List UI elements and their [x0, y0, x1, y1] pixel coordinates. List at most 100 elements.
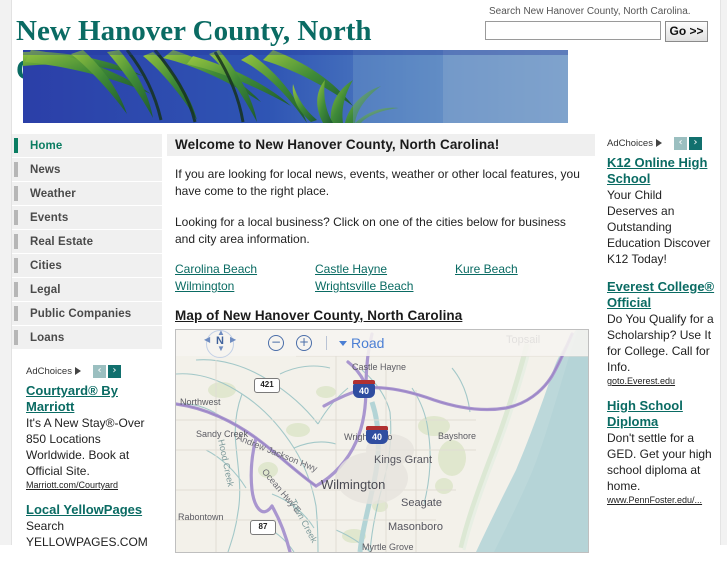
site-header: New Hanover County, North Search New Han… [12, 0, 721, 48]
site-search: Search New Hanover County, North Carolin… [485, 6, 715, 42]
ad-title-link[interactable]: Local YellowPages [26, 502, 162, 518]
search-go-button[interactable]: Go >> [665, 21, 708, 42]
right-ad-block: AdChoices ‹ › K12 Online High School You… [603, 136, 715, 505]
left-ad-pager: ‹ › [92, 364, 121, 378]
intro-paragraph-1: If you are looking for local news, event… [175, 167, 580, 198]
welcome-heading: Welcome to New Hanover County, North Car… [167, 134, 595, 156]
content-columns: Home News Weather Events Real Estate Cit… [12, 134, 721, 553]
ad-unit: Local YellowPages Search YELLOWPAGES.COM [26, 502, 162, 550]
banner-image [23, 50, 568, 123]
map-shield-interstate-40-south: 40 [366, 426, 388, 444]
ad-unit: K12 Online High School Your Child Deserv… [607, 155, 715, 267]
intro-paragraph-2: Looking for a local business? Click on o… [175, 215, 566, 246]
sidebar-item-news[interactable]: News [12, 158, 162, 182]
chevron-down-icon[interactable] [339, 340, 347, 346]
sidebar-item-cities[interactable]: Cities [12, 254, 162, 278]
nav-marker-icon [14, 186, 18, 201]
adchoices-label[interactable]: AdChoices [607, 138, 653, 149]
nav-marker-icon [14, 234, 18, 249]
sidebar-item-label: Cities [30, 259, 62, 272]
map-zoom-out-icon[interactable]: − [268, 335, 284, 351]
nav-marker-icon [14, 282, 18, 297]
city-link-wrightsville-beach[interactable]: Wrightsville Beach [315, 279, 413, 294]
main-content: Welcome to New Hanover County, North Car… [167, 134, 595, 553]
right-page-rail [720, 0, 727, 545]
sidebar-item-label: Real Estate [30, 235, 94, 248]
adchoices-triangle-icon[interactable] [74, 367, 81, 375]
sidebar-item-label: News [30, 163, 61, 176]
right-adchoices-bar: AdChoices ‹ › [607, 136, 715, 150]
ad-title-link[interactable]: Courtyard® By Marriott [26, 383, 162, 415]
sidebar-item-events[interactable]: Events [12, 206, 162, 230]
ad-next-arrow-icon[interactable]: › [107, 364, 121, 378]
sidebar-item-public-companies[interactable]: Public Companies [12, 302, 162, 326]
map-shield-us-87: 87 [250, 520, 276, 535]
left-page-rail [0, 0, 12, 545]
nav-marker-icon [14, 162, 18, 177]
sidebar-item-label: Weather [30, 187, 76, 200]
right-sidebar: AdChoices ‹ › K12 Online High School You… [603, 134, 715, 517]
sidebar-item-loans[interactable]: Loans [12, 326, 162, 350]
banner-palm-graphic [23, 50, 568, 123]
ad-unit: Everest College® Official Do You Qualify… [607, 279, 715, 386]
nav-marker-icon [14, 330, 18, 345]
pan-up-arrow-icon[interactable]: ▲ [217, 330, 225, 337]
ad-body-text: Don't settle for a GED. Get your high sc… [607, 431, 712, 493]
adchoices-label[interactable]: AdChoices [26, 366, 72, 377]
nav-marker-icon [14, 258, 18, 273]
ad-title-link[interactable]: High School Diploma [607, 398, 715, 430]
map-style-selector[interactable]: Road [339, 335, 384, 351]
page-root: New Hanover County, North Search New Han… [0, 0, 727, 553]
pan-right-arrow-icon[interactable]: ▶ [230, 335, 236, 344]
city-link-grid: Carolina Beach Castle Hayne Kure Beach W… [167, 262, 595, 294]
ad-prev-arrow-icon[interactable]: ‹ [673, 136, 687, 150]
map-style-label: Road [351, 335, 385, 351]
adchoices-triangle-icon[interactable] [655, 139, 662, 147]
left-sidebar: Home News Weather Events Real Estate Cit… [12, 134, 162, 562]
county-map[interactable]: N ▲ ▼ ◀ ▶ − + Road Topsail C [175, 329, 589, 553]
city-link-castle-hayne[interactable]: Castle Hayne [315, 262, 387, 277]
main-navigation: Home News Weather Events Real Estate Cit… [12, 134, 162, 350]
map-toolbar: N ▲ ▼ ◀ ▶ − + Road [176, 330, 588, 358]
ad-next-arrow-icon[interactable]: › [688, 136, 702, 150]
search-input[interactable] [485, 21, 661, 40]
ad-url-link[interactable]: goto.Everest.edu [607, 376, 715, 386]
map-zoom-in-icon[interactable]: + [296, 335, 312, 351]
ad-body-text: Your Child Deserves an Outstanding Educa… [607, 188, 711, 266]
map-shield-us-421: 421 [254, 378, 280, 393]
right-ad-pager: ‹ › [673, 136, 702, 150]
nav-marker-icon [14, 138, 18, 153]
map-shield-interstate-40-north: 40 [353, 380, 375, 398]
nav-marker-icon [14, 210, 18, 225]
ad-body-text: Do You Qualify for a Scholarship? Use It… [607, 312, 714, 374]
sidebar-item-weather[interactable]: Weather [12, 182, 162, 206]
nav-marker-icon [14, 306, 18, 321]
search-label: Search New Hanover County, North Carolin… [489, 6, 691, 17]
sidebar-item-real-estate[interactable]: Real Estate [12, 230, 162, 254]
ad-unit: Courtyard® By Marriott It's A New Stay®-… [26, 383, 162, 490]
sidebar-item-label: Legal [30, 283, 61, 296]
sidebar-item-label: Public Companies [30, 307, 132, 320]
sidebar-item-home[interactable]: Home [12, 134, 162, 158]
sidebar-item-legal[interactable]: Legal [12, 278, 162, 302]
ad-unit: High School Diploma Don't settle for a G… [607, 398, 715, 505]
map-pan-compass-icon[interactable]: N ▲ ▼ ◀ ▶ [198, 330, 242, 358]
sidebar-item-label: Loans [30, 331, 65, 344]
left-adchoices-bar: AdChoices ‹ › [26, 364, 162, 378]
ad-body-text: It's A New Stay®-Over 850 Locations Worl… [26, 416, 145, 478]
city-link-wilmington[interactable]: Wilmington [175, 279, 234, 294]
city-link-carolina-beach[interactable]: Carolina Beach [175, 262, 257, 277]
ad-title-link[interactable]: K12 Online High School [607, 155, 715, 187]
ad-url-link[interactable]: Marriott.com/Courtyard [26, 480, 162, 490]
pan-left-arrow-icon[interactable]: ◀ [204, 335, 210, 344]
ad-title-link[interactable]: Everest College® Official [607, 279, 715, 311]
sidebar-item-label: Home [30, 139, 63, 152]
city-link-kure-beach[interactable]: Kure Beach [455, 262, 518, 277]
ad-url-link[interactable]: www.PennFoster.edu/... [607, 495, 715, 505]
pan-down-arrow-icon[interactable]: ▼ [217, 344, 225, 353]
sidebar-item-label: Events [30, 211, 69, 224]
left-ad-block: AdChoices ‹ › Courtyard® By Marriott It'… [12, 364, 162, 550]
page-title: New Hanover County, North [16, 15, 372, 47]
ad-prev-arrow-icon[interactable]: ‹ [92, 364, 106, 378]
toolbar-divider [326, 336, 327, 350]
